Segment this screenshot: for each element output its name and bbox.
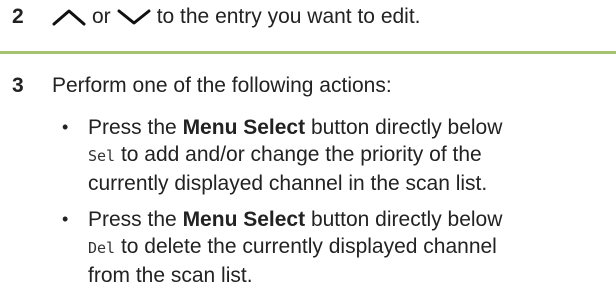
- softkey-code: Sel: [88, 147, 116, 165]
- step-2-instruction: or to the entry you want to edit.: [52, 5, 421, 29]
- action-list: • Press the Menu Select button directly …: [52, 114, 616, 298]
- softkey-code: Del: [88, 239, 116, 257]
- bullet-text: to add and/or change the priority of the: [120, 143, 482, 166]
- bullet-text: Press the: [88, 116, 177, 139]
- button-name: Menu Select: [182, 208, 306, 231]
- step-3-block: 3 Perform one of the following actions: …: [0, 54, 616, 303]
- list-item: • Press the Menu Select button directly …: [52, 206, 616, 289]
- button-name: Menu Select: [182, 116, 306, 139]
- bullet-icon: •: [62, 117, 69, 137]
- step-2-block: 2 or to the entry you want to edit.: [0, 0, 616, 54]
- step-3-text: Perform one of the following actions:: [52, 74, 392, 97]
- down-caret-icon: [117, 8, 151, 26]
- list-item: • Press the Menu Select button directly …: [52, 114, 616, 197]
- step-number: 3: [12, 74, 24, 97]
- step-2-suffix: to the entry you want to edit.: [156, 5, 421, 28]
- bullet-icon: •: [62, 209, 69, 229]
- bullet-text: Press the: [88, 208, 177, 231]
- bullet-text: to delete the currently displayed channe…: [120, 235, 497, 258]
- connector-text: or: [92, 5, 111, 28]
- bullet-text: currently displayed channel in the scan …: [88, 172, 488, 195]
- bullet-text: button directly below: [310, 208, 503, 231]
- bullet-text: from the scan list.: [88, 264, 253, 287]
- step-number: 2: [12, 5, 24, 28]
- up-caret-icon: [52, 8, 86, 26]
- bullet-text: button directly below: [310, 116, 503, 139]
